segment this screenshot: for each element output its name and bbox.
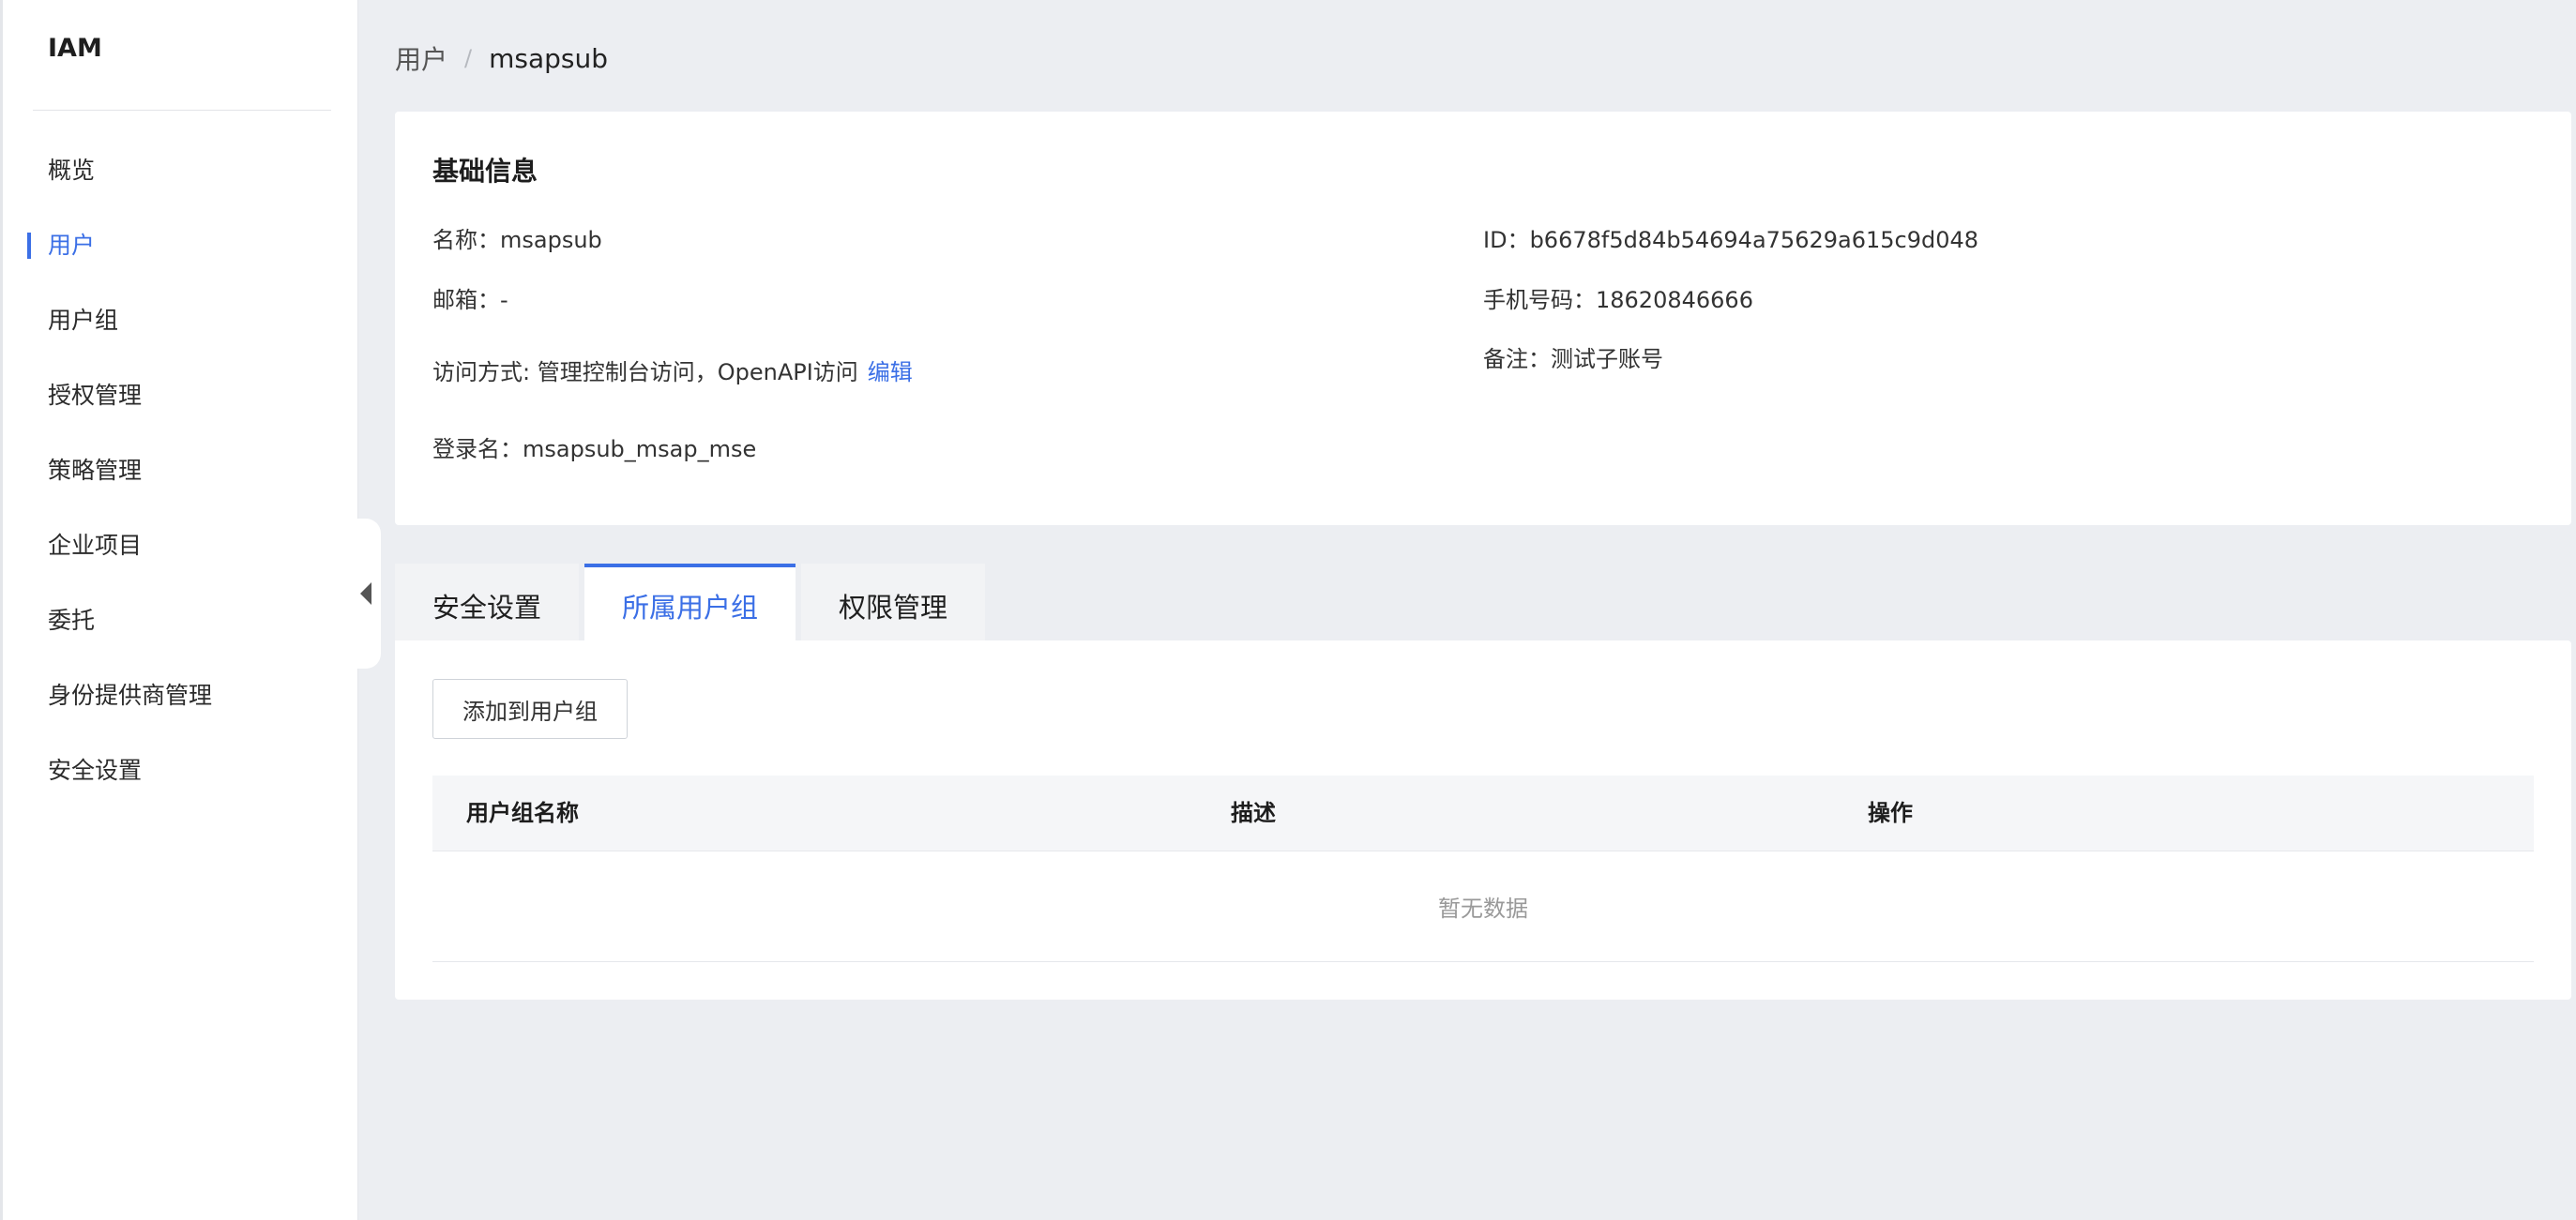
phone-value: 18620846666	[1596, 287, 1753, 313]
sidebar-item-delegation[interactable]: 委托	[3, 595, 357, 670]
access-method-value: 管理控制台访问，OpenAPI访问	[537, 359, 858, 385]
sidebar-item-authorization[interactable]: 授权管理	[3, 370, 357, 445]
login-name-value: msapsub_msap_mse	[523, 436, 757, 462]
sidebar-item-users[interactable]: 用户	[3, 220, 357, 295]
breadcrumb: 用户 / msapsub	[395, 39, 608, 77]
remark-field: 备注：测试子账号	[1483, 340, 1663, 373]
app-title: IAM	[48, 34, 102, 63]
tab-permissions[interactable]: 权限管理	[801, 564, 986, 640]
sidebar-item-security-settings[interactable]: 安全设置	[3, 746, 357, 821]
sidebar-collapse-button[interactable]	[355, 519, 381, 669]
basic-info-card: 基础信息 名称：msapsub 邮箱：- 访问方式: 管理控制台访问，OpenA…	[395, 112, 2571, 525]
id-value: b6678f5d84b54694a75629a615c9d048	[1529, 227, 1979, 253]
login-name-label: 登录名：	[432, 436, 523, 462]
remark-value: 测试子账号	[1551, 346, 1663, 372]
sidebar-divider	[33, 110, 331, 111]
user-groups-table: 用户组名称 描述 操作 暂无数据	[432, 776, 2534, 962]
remark-label: 备注：	[1483, 346, 1551, 372]
breadcrumb-current: msapsub	[489, 42, 609, 74]
name-label: 名称：	[432, 227, 500, 253]
sidebar: IAM 概览 用户 用户组 授权管理 策略管理 企业项目 委托 身份提供商管理 …	[0, 0, 358, 1220]
id-label: ID：	[1483, 227, 1530, 253]
sidebar-nav: 概览 用户 用户组 授权管理 策略管理 企业项目 委托 身份提供商管理 安全设置	[3, 145, 357, 821]
caret-left-icon	[360, 582, 371, 605]
sidebar-item-policies[interactable]: 策略管理	[3, 445, 357, 520]
access-method-label: 访问方式:	[432, 359, 538, 385]
column-description: 描述	[1231, 800, 1276, 826]
tab-security-settings[interactable]: 安全设置	[395, 564, 580, 640]
edit-access-link[interactable]: 编辑	[868, 359, 913, 385]
column-actions: 操作	[1868, 800, 1913, 826]
email-label: 邮箱：	[432, 287, 500, 313]
user-detail-tabs: 安全设置 所属用户组 权限管理	[395, 564, 991, 640]
name-value: msapsub	[500, 227, 602, 253]
tab-user-groups[interactable]: 所属用户组	[584, 564, 796, 640]
sidebar-item-overview[interactable]: 概览	[3, 145, 357, 220]
sidebar-item-user-groups[interactable]: 用户组	[3, 295, 357, 370]
add-to-group-button[interactable]: 添加到用户组	[432, 679, 628, 739]
table-header: 用户组名称 描述 操作	[432, 776, 2534, 851]
sidebar-item-enterprise-projects[interactable]: 企业项目	[3, 520, 357, 595]
email-field: 邮箱：-	[432, 281, 508, 314]
basic-info-title: 基础信息	[432, 156, 538, 187]
phone-label: 手机号码：	[1483, 287, 1596, 313]
access-method-field: 访问方式: 管理控制台访问，OpenAPI访问 编辑	[432, 354, 913, 386]
login-name-field: 登录名：msapsub_msap_mse	[432, 430, 756, 463]
email-value: -	[500, 287, 508, 313]
table-empty-state: 暂无数据	[432, 851, 2534, 962]
id-field: ID：b6678f5d84b54694a75629a615c9d048	[1483, 221, 1978, 254]
breadcrumb-separator: /	[464, 45, 473, 71]
breadcrumb-users-link[interactable]: 用户	[395, 39, 447, 77]
name-field: 名称：msapsub	[432, 221, 602, 254]
phone-field: 手机号码：18620846666	[1483, 281, 1753, 314]
user-groups-panel: 添加到用户组 用户组名称 描述 操作 暂无数据	[395, 640, 2571, 1000]
column-group-name: 用户组名称	[466, 800, 579, 826]
sidebar-item-identity-providers[interactable]: 身份提供商管理	[3, 670, 357, 746]
